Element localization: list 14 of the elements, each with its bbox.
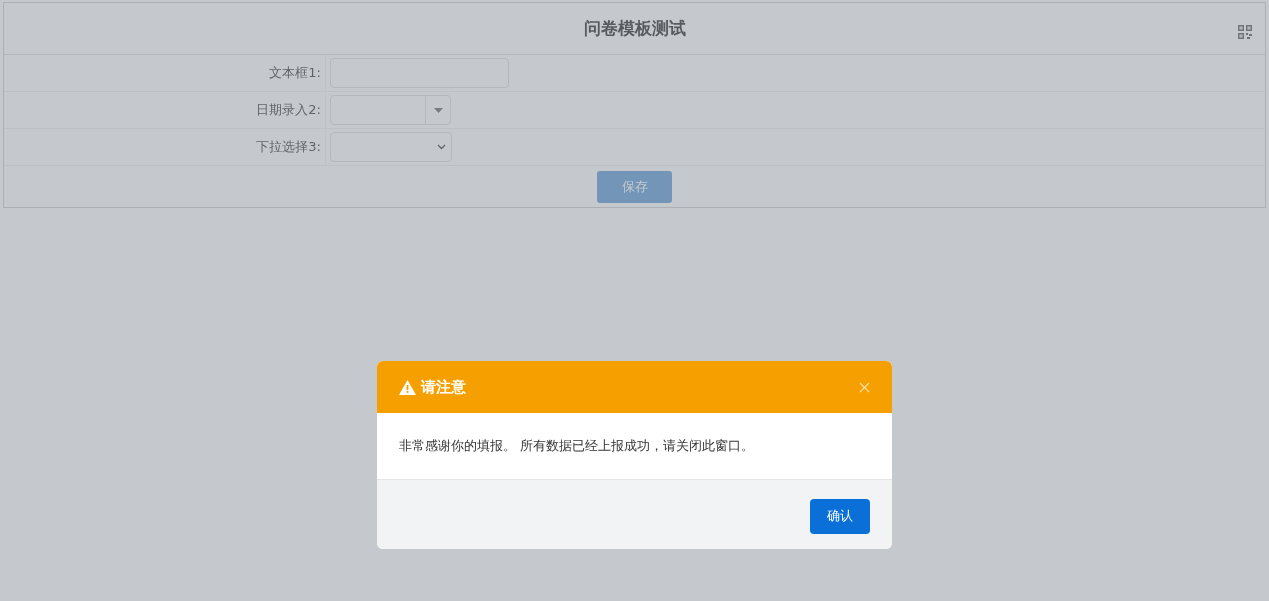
- field-label: 日期录入2:: [256, 101, 321, 119]
- date-input-field[interactable]: [330, 95, 451, 125]
- confirm-button[interactable]: 确认: [810, 498, 870, 534]
- field-label: 下拉选择3:: [256, 138, 321, 156]
- field-label: 文本框1:: [269, 64, 321, 82]
- dialog-message: 非常感谢你的填报。 所有数据已经上报成功，请关闭此窗口。: [399, 437, 755, 455]
- close-icon[interactable]: [859, 381, 870, 393]
- dialog-title: 请注意: [421, 377, 466, 397]
- qr-code-icon[interactable]: [1238, 25, 1252, 39]
- form-title: 问卷模板测试: [583, 17, 686, 40]
- chevron-down-icon: [437, 144, 446, 150]
- warning-icon: [399, 379, 416, 395]
- caret-down-icon: [433, 107, 443, 113]
- select-dropdown[interactable]: [330, 132, 452, 162]
